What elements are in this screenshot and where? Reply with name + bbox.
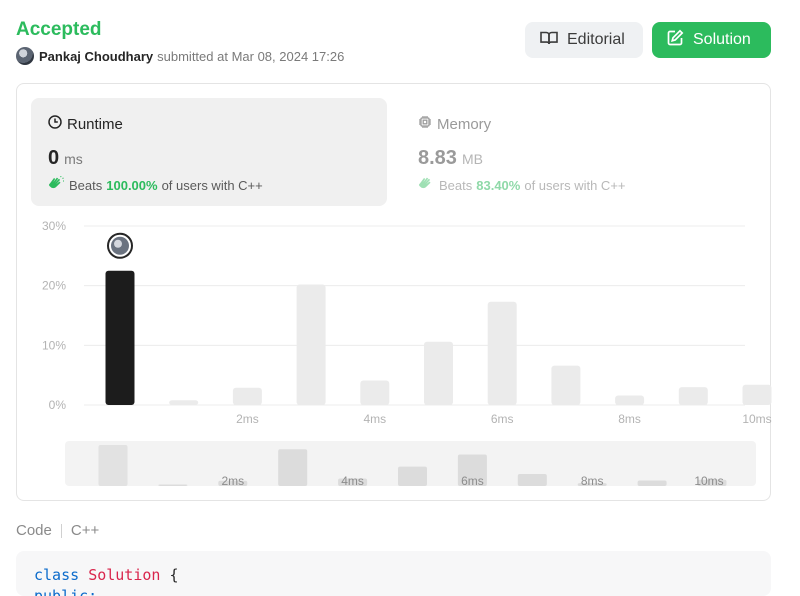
distribution-bar (551, 365, 581, 405)
code-divider (60, 523, 62, 538)
code-line-1: class Solution { (34, 565, 753, 586)
distribution-bar (615, 395, 645, 405)
overview-x-tick-label: 8ms (581, 474, 604, 488)
code-keyword: class (34, 566, 80, 584)
code-language[interactable]: C++ (71, 522, 99, 539)
code-block[interactable]: class Solution { public: (16, 551, 771, 596)
distribution-bar (232, 387, 262, 405)
user-marker-photo-detail (114, 239, 122, 248)
overview-bar (637, 480, 667, 486)
distribution-bar (296, 284, 326, 405)
y-tick-label: 30% (42, 219, 66, 233)
code-brace: { (169, 566, 179, 584)
distribution-bar (360, 380, 390, 405)
distribution-bar (424, 341, 453, 405)
overview-x-tick-label: 4ms (341, 474, 364, 488)
code-header: Code C++ (16, 522, 99, 539)
y-tick-label: 0% (49, 398, 67, 412)
code-class-name: Solution (88, 566, 161, 584)
overview-bar (278, 449, 308, 486)
distribution-bar (742, 384, 772, 405)
overview-bar (158, 484, 188, 486)
runtime-distribution-chart: 0% 10% 20% 30% 2ms 4ms 6ms 8ms 10ms 2ms 4ms 6ms 8ms 1… (42, 219, 772, 488)
overview-bar (98, 445, 128, 486)
highlighted-bar (105, 270, 135, 405)
overview-bar (517, 473, 547, 486)
overview-bar (398, 466, 427, 486)
y-tick-label: 10% (42, 338, 66, 352)
overview-x-tick-label: 6ms (461, 474, 484, 488)
x-tick-label: 2ms (236, 412, 259, 426)
x-tick-label: 10ms (742, 412, 771, 426)
code-label: Code (16, 522, 52, 539)
overview-x-tick-label: 2ms (221, 474, 244, 488)
x-tick-label: 4ms (363, 412, 386, 426)
code-line-2: public: (34, 587, 98, 596)
x-tick-label: 6ms (491, 412, 514, 426)
distribution-bar (169, 400, 199, 405)
overview-x-tick-label: 10ms (694, 474, 723, 488)
x-tick-label: 8ms (618, 412, 641, 426)
distribution-bar (678, 387, 708, 405)
distribution-bar (487, 301, 517, 405)
y-tick-label: 20% (42, 279, 66, 293)
